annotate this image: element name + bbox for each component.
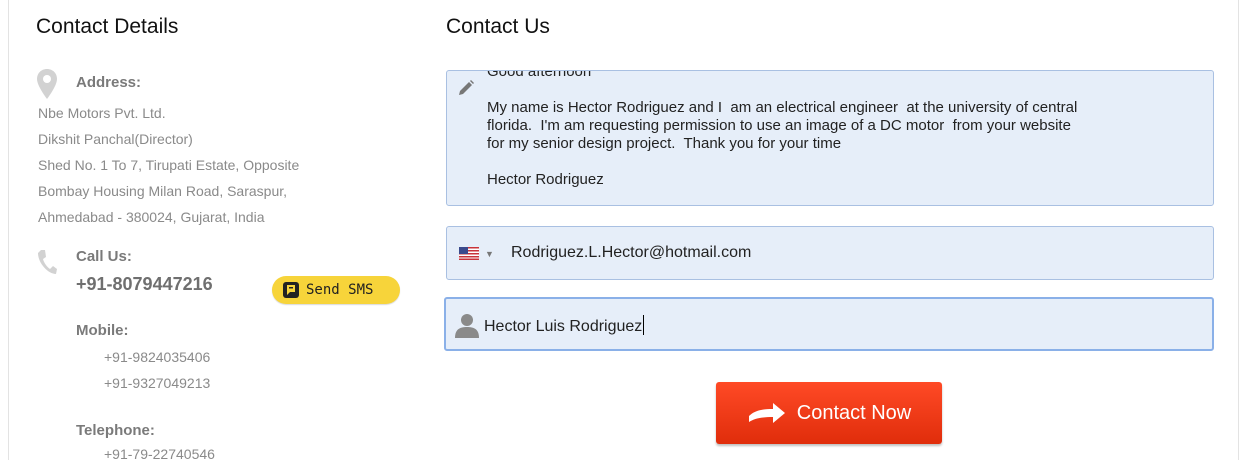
telephone-number[interactable]: +91-79-22740546 [104, 446, 215, 460]
message-text: Good afternoon My name is Hector Rodrigu… [487, 70, 1078, 188]
message-textarea[interactable]: Good afternoon My name is Hector Rodrigu… [446, 70, 1214, 206]
contact-details-title: Contact Details [36, 15, 179, 38]
mobile-label: Mobile: [76, 322, 129, 339]
arrow-right-icon [748, 403, 785, 423]
contact-details-panel: Contact Details Address: Nbe Motors Pvt.… [36, 0, 416, 460]
address-line: Ahmedabad - 380024, Gujarat, India [38, 209, 265, 225]
name-value: Hector Luis Rodriguez [484, 315, 645, 336]
name-text: Hector Luis Rodriguez [484, 318, 643, 335]
text-cursor [643, 315, 645, 335]
name-field[interactable]: Hector Luis Rodriguez [444, 297, 1214, 351]
mobile-number[interactable]: +91-9327049213 [104, 370, 210, 396]
send-sms-label: Send SMS [306, 282, 374, 298]
address-line: Dikshit Panchal(Director) [38, 131, 193, 147]
chevron-down-icon[interactable]: ▼ [485, 249, 494, 259]
mobile-number[interactable]: +91-9824035406 [104, 344, 210, 370]
email-value: Rodriguez.L.Hector@hotmail.com [511, 244, 752, 261]
map-pin-icon [37, 69, 57, 99]
pencil-icon [459, 80, 474, 95]
contact-us-form: Contact Us Good afternoon My name is Hec… [444, 0, 1224, 460]
call-number[interactable]: +91-8079447216 [76, 274, 213, 295]
address-block: Nbe Motors Pvt. Ltd. Dikshit Panchal(Dir… [38, 100, 299, 230]
address-line: Shed No. 1 To 7, Tirupati Estate, Opposi… [38, 157, 300, 173]
phone-icon [38, 250, 57, 274]
sms-icon [283, 282, 299, 298]
contact-now-button[interactable]: Contact Now [716, 382, 942, 444]
right-divider [1238, 0, 1239, 460]
contact-now-label: Contact Now [796, 401, 912, 424]
address-line: Nbe Motors Pvt. Ltd. [38, 105, 166, 121]
email-field[interactable]: ▼ Rodriguez.L.Hector@hotmail.com [446, 226, 1214, 280]
send-sms-button[interactable]: Send SMS [272, 276, 400, 304]
address-line: Bombay Housing Milan Road, Saraspur, [38, 183, 288, 199]
address-label: Address: [76, 74, 142, 91]
user-icon [455, 314, 479, 338]
mobile-numbers: +91-9824035406 +91-9327049213 [104, 344, 210, 396]
us-flag-icon[interactable] [459, 247, 479, 260]
telephone-label: Telephone: [76, 422, 155, 439]
call-us-label: Call Us: [76, 248, 132, 265]
left-divider [8, 0, 9, 460]
contact-us-title: Contact Us [446, 15, 550, 38]
